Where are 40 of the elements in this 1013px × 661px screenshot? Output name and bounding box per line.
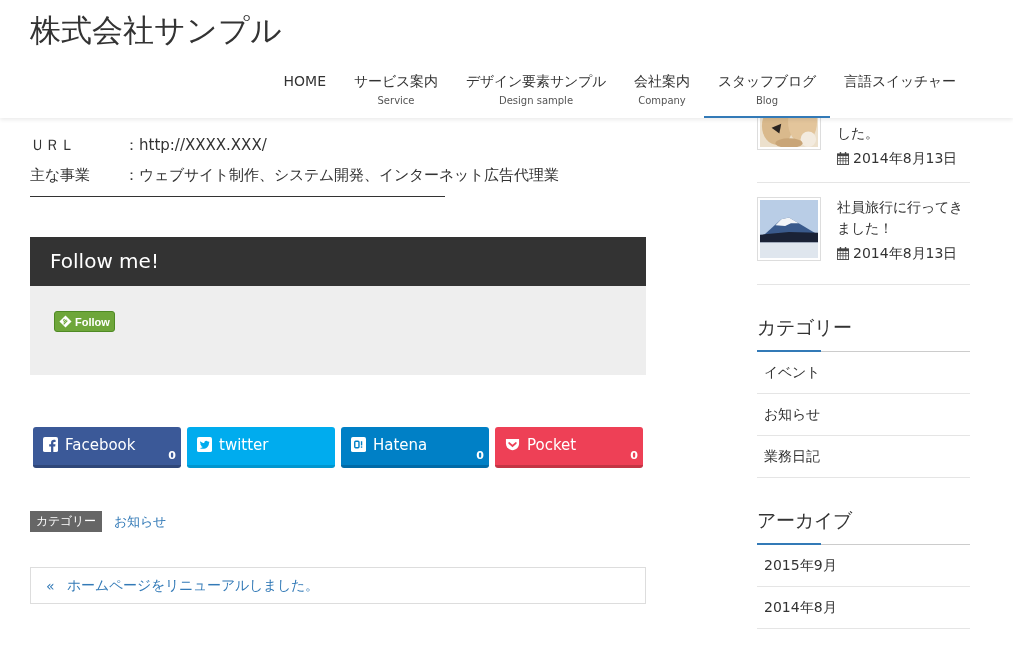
facebook-icon [43, 437, 58, 452]
bookmark-icon [351, 437, 366, 452]
widget-title: Follow me! [30, 237, 646, 286]
post-title-link[interactable]: した。 [837, 123, 958, 144]
info-value: ：http://XXXX.XXX/ [124, 135, 267, 156]
site-title[interactable]: 株式会社サンプル [0, 0, 1013, 62]
info-label: ＵＲＬ [30, 135, 76, 156]
post-date: 2014年8月13日 [853, 244, 958, 263]
post-thumbnail[interactable] [757, 118, 821, 150]
info-label: 主な事業 [30, 165, 91, 186]
share-button[interactable]: Pocket 0 [495, 427, 643, 468]
calendar-icon [837, 247, 849, 260]
category-item[interactable]: 業務日記 [757, 436, 970, 478]
nav-item[interactable]: デザイン要素サンプル Design sample [452, 70, 620, 118]
post-title-link[interactable]: 社員旅行に行ってきました！ [837, 197, 970, 239]
feed-icon [59, 315, 72, 328]
twitter-icon [197, 437, 212, 452]
category-item[interactable]: イベント [757, 352, 970, 394]
archive-item[interactable]: 2015年9月 [757, 545, 970, 587]
nav-item[interactable]: HOME [269, 70, 340, 118]
widget-title: カテゴリー [757, 315, 853, 340]
nav-item[interactable]: 言語スイッチャー [830, 70, 970, 118]
nav-item[interactable]: サービス案内 Service [340, 70, 452, 118]
share-count: 0 [630, 449, 638, 462]
share-button[interactable]: Hatena 0 [341, 427, 489, 468]
widget-title: アーカイブ [757, 508, 853, 533]
nav-item[interactable]: 会社案内 Company [620, 70, 704, 118]
post-date: 2014年8月13日 [853, 149, 958, 168]
post-thumbnail[interactable] [757, 197, 821, 261]
calendar-icon [837, 152, 849, 165]
category-link[interactable]: お知らせ [114, 512, 166, 531]
info-value: ：ウェブサイト制作、システム開発、インターネット広告代理業 [124, 165, 559, 186]
share-count: 0 [476, 449, 484, 462]
share-count: 0 [168, 449, 176, 462]
previous-post-link[interactable]: « ホームページをリニューアルしました。 [30, 567, 646, 604]
category-item[interactable]: お知らせ [757, 394, 970, 436]
category-tag: カテゴリー [30, 511, 102, 532]
pocket-icon [505, 437, 520, 452]
share-button[interactable]: Facebook 0 [33, 427, 181, 468]
archive-item[interactable]: 2014年8月 [757, 587, 970, 629]
